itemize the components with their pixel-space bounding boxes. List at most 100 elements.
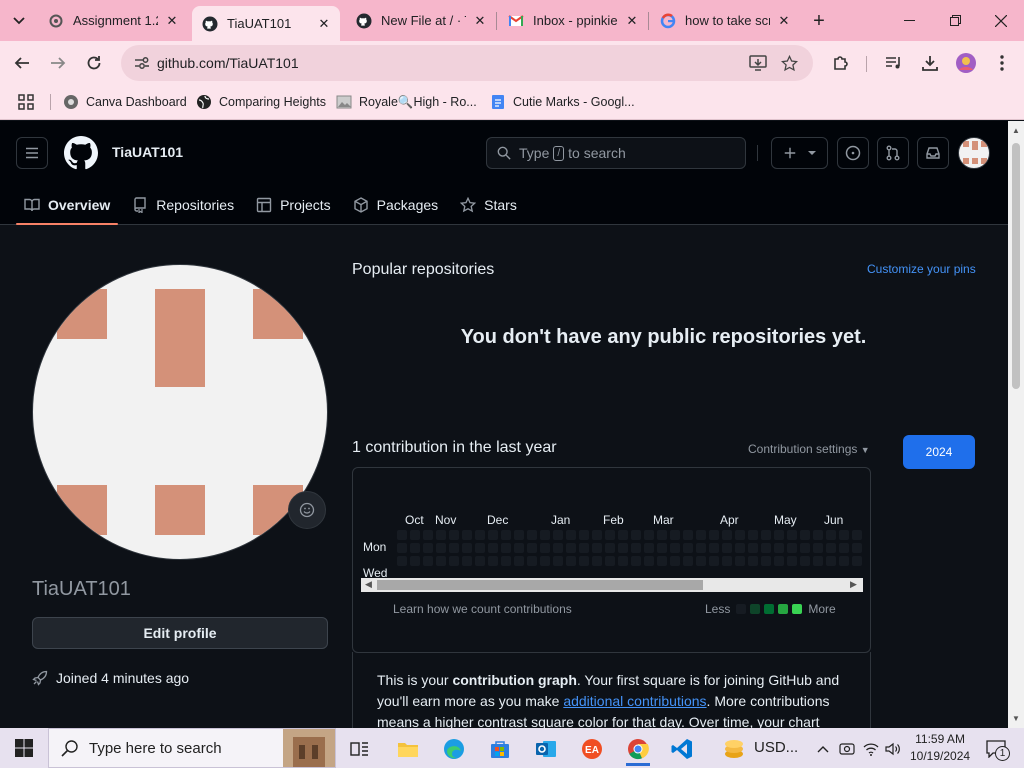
contribution-day-cell[interactable] (553, 543, 563, 553)
scroll-right-icon[interactable]: ▶ (850, 579, 857, 590)
contribution-day-cell[interactable] (852, 543, 862, 553)
new-tab-button[interactable]: + (806, 8, 832, 34)
close-icon[interactable]: ✕ (472, 13, 488, 29)
apps-button[interactable] (18, 91, 34, 113)
contribution-day-cell[interactable] (436, 543, 446, 553)
contribution-day-cell[interactable] (774, 530, 784, 540)
set-status-button[interactable] (288, 491, 326, 529)
contribution-day-cell[interactable] (644, 556, 654, 566)
contribution-day-cell[interactable] (579, 530, 589, 540)
contribution-day-cell[interactable] (722, 556, 732, 566)
contribution-day-cell[interactable] (514, 530, 524, 540)
contribution-day-cell[interactable] (631, 530, 641, 540)
taskbar-search-input[interactable]: Type here to search (48, 728, 336, 768)
contribution-day-cell[interactable] (761, 543, 771, 553)
contribution-day-cell[interactable] (644, 543, 654, 553)
user-avatar[interactable] (958, 137, 990, 169)
contribution-day-cell[interactable] (566, 543, 576, 553)
contribution-day-cell[interactable] (709, 556, 719, 566)
tab-stars[interactable]: Stars (452, 185, 525, 225)
extensions-button[interactable] (826, 48, 856, 78)
microsoft-store-button[interactable] (480, 732, 520, 766)
contribution-day-cell[interactable] (410, 530, 420, 540)
contribution-day-cell[interactable] (553, 556, 563, 566)
contribution-day-cell[interactable] (553, 530, 563, 540)
install-app-icon[interactable] (748, 53, 768, 73)
contribution-day-cell[interactable] (826, 530, 836, 540)
scroll-up-icon[interactable]: ▲ (1012, 127, 1020, 135)
contribution-day-cell[interactable] (449, 556, 459, 566)
back-button[interactable] (7, 48, 37, 78)
show-hidden-icons-button[interactable] (814, 732, 832, 766)
global-nav-menu-button[interactable] (16, 137, 48, 169)
contribution-day-cell[interactable] (670, 556, 680, 566)
create-new-button[interactable] (771, 137, 828, 169)
contribution-day-cell[interactable] (449, 543, 459, 553)
contribution-day-cell[interactable] (592, 556, 602, 566)
bookmark-canva[interactable]: Canva Dashboard (63, 91, 187, 113)
contribution-day-cell[interactable] (774, 543, 784, 553)
contribution-day-cell[interactable] (462, 543, 472, 553)
contribution-day-cell[interactable] (657, 530, 667, 540)
task-view-button[interactable] (340, 732, 380, 766)
edge-button[interactable] (434, 732, 474, 766)
contribution-day-cell[interactable] (800, 543, 810, 553)
tab-repositories[interactable]: Repositories (124, 185, 242, 225)
contribution-day-cell[interactable] (683, 530, 693, 540)
contribution-day-cell[interactable] (670, 543, 680, 553)
tab-search-button[interactable] (6, 8, 32, 34)
contribution-day-cell[interactable] (826, 543, 836, 553)
contribution-day-cell[interactable] (540, 543, 550, 553)
tab-new-file[interactable]: New File at / · T ✕ (346, 6, 496, 35)
learn-how-link[interactable]: Learn how we count contributions (393, 602, 572, 616)
page-scroll-thumb[interactable] (1012, 143, 1020, 389)
contribution-day-cell[interactable] (709, 530, 719, 540)
contribution-day-cell[interactable] (527, 556, 537, 566)
contribution-day-cell[interactable] (618, 556, 628, 566)
close-icon[interactable]: ✕ (624, 13, 640, 29)
contribution-day-cell[interactable] (488, 543, 498, 553)
tab-overview[interactable]: Overview (16, 185, 119, 225)
contribution-day-cell[interactable] (644, 530, 654, 540)
start-button[interactable] (0, 728, 48, 768)
contribution-day-cell[interactable] (696, 556, 706, 566)
contribution-day-cell[interactable] (722, 530, 732, 540)
contribution-day-cell[interactable] (449, 530, 459, 540)
address-bar[interactable]: github.com/TiaUAT101 (121, 45, 813, 81)
graph-scrollbar[interactable]: ◀ ▶ (361, 578, 863, 592)
contribution-day-cell[interactable] (657, 556, 667, 566)
contribution-day-cell[interactable] (566, 530, 576, 540)
edit-profile-button[interactable]: Edit profile (32, 617, 328, 649)
contribution-day-cell[interactable] (735, 543, 745, 553)
contribution-day-cell[interactable] (735, 556, 745, 566)
tab-packages[interactable]: Packages (345, 185, 446, 225)
contribution-day-cell[interactable] (397, 543, 407, 553)
year-button[interactable]: 2024 (903, 435, 975, 469)
restore-button[interactable] (932, 0, 978, 41)
contribution-day-cell[interactable] (423, 556, 433, 566)
contribution-day-cell[interactable] (592, 530, 602, 540)
contribution-day-cell[interactable] (566, 556, 576, 566)
site-info-icon[interactable] (133, 54, 151, 72)
contribution-day-cell[interactable] (540, 530, 550, 540)
contribution-day-cell[interactable] (852, 530, 862, 540)
contribution-day-cell[interactable] (527, 530, 537, 540)
stock-widget-button[interactable] (714, 732, 754, 766)
contribution-day-cell[interactable] (462, 530, 472, 540)
graph-scroll-thumb[interactable] (377, 580, 703, 590)
contribution-day-cell[interactable] (462, 556, 472, 566)
contribution-day-cell[interactable] (683, 556, 693, 566)
contribution-day-cell[interactable] (397, 556, 407, 566)
close-window-button[interactable] (978, 0, 1024, 41)
close-icon[interactable]: ✕ (776, 13, 792, 29)
profile-button[interactable] (951, 48, 981, 78)
minimize-button[interactable] (886, 0, 932, 41)
contribution-day-cell[interactable] (605, 530, 615, 540)
github-logo-icon[interactable] (64, 136, 98, 170)
contribution-day-cell[interactable] (501, 543, 511, 553)
contribution-day-cell[interactable] (761, 556, 771, 566)
contribution-day-cell[interactable] (605, 543, 615, 553)
contribution-day-cell[interactable] (735, 530, 745, 540)
contribution-day-cell[interactable] (800, 530, 810, 540)
system-clock[interactable]: 11:59 AM 10/19/2024 (910, 731, 970, 765)
